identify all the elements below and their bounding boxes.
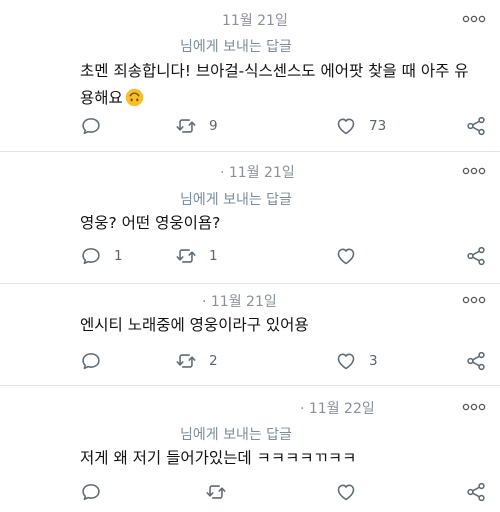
reply-icon [80, 115, 102, 137]
replying-to-label[interactable]: 님에게 보내는 답글 [180, 189, 292, 209]
replying-to-label[interactable]: 님에게 보내는 답글 [180, 424, 292, 444]
tweet-actions: 1 1 [80, 244, 490, 268]
retweet-button[interactable]: 2 [175, 349, 218, 373]
retweet-icon [205, 481, 227, 503]
tweet-actions [80, 480, 490, 504]
reply-tweet[interactable]: 11월 21일 님에게 보내는 답글 초멘 죄송합니다! 브아걸-식스센스도 에… [0, 0, 500, 152]
reply-button[interactable] [80, 349, 114, 373]
upside-down-face-emoji-icon [125, 88, 144, 107]
share-icon [465, 481, 487, 503]
more-options-icon[interactable] [462, 402, 486, 412]
reply-tweet[interactable]: · 11월 21일 님에게 보내는 답글 영웅? 어떤 영웅이욤? 1 1 [0, 152, 500, 284]
reply-button[interactable] [80, 480, 114, 504]
tweet-text: 엔시티 노래중에 영웅이라구 있어용 [80, 316, 309, 334]
heart-icon [335, 481, 357, 503]
reply-count: 1 [114, 248, 123, 264]
retweet-button[interactable] [205, 480, 239, 504]
retweet-count: 1 [209, 248, 218, 264]
share-button[interactable] [465, 114, 487, 138]
retweet-button[interactable]: 1 [175, 244, 218, 268]
like-button[interactable] [335, 480, 369, 504]
tweet-date[interactable]: 11월 21일 [222, 10, 288, 30]
tweet-actions: 2 3 [80, 349, 490, 373]
reply-icon [80, 350, 102, 372]
heart-icon [335, 115, 357, 137]
share-icon [465, 245, 487, 267]
reply-tweet[interactable]: · 11월 22일 님에게 보내는 답글 저게 왜 저기 들어가있는데 ㅋㅋㅋㅋ… [0, 386, 500, 512]
retweet-icon [175, 245, 197, 267]
like-button[interactable] [335, 244, 369, 268]
like-button[interactable]: 73 [335, 114, 386, 138]
reply-icon [80, 481, 102, 503]
tweet-date[interactable]: · 11월 21일 [220, 162, 295, 182]
reply-feed: 11월 21일 님에게 보내는 답글 초멘 죄송합니다! 브아걸-식스센스도 에… [0, 0, 500, 512]
tweet-date[interactable]: · 11월 22일 [300, 398, 375, 418]
more-options-icon[interactable] [462, 295, 486, 305]
tweet-text: 초멘 죄송합니다! 브아걸-식스센스도 에어팟 찾을 때 아주 유용해요 [80, 58, 480, 112]
tweet-text: 저게 왜 저기 들어가있는데 ㅋㅋㅋㅋㄲㅋㅋ [80, 449, 357, 467]
tweet-actions: 9 73 [80, 114, 490, 138]
reply-icon [80, 245, 102, 267]
share-button[interactable] [465, 480, 487, 504]
retweet-button[interactable]: 9 [175, 114, 218, 138]
retweet-count: 9 [209, 118, 218, 134]
like-count: 73 [369, 118, 387, 134]
tweet-date[interactable]: · 11월 21일 [202, 291, 277, 311]
share-button[interactable] [465, 244, 487, 268]
like-button[interactable]: 3 [335, 349, 378, 373]
reply-button[interactable] [80, 114, 114, 138]
share-button[interactable] [465, 349, 487, 373]
like-count: 3 [369, 353, 378, 369]
share-icon [465, 350, 487, 372]
replying-to-label[interactable]: 님에게 보내는 답글 [180, 36, 292, 56]
tweet-text: 영웅? 어떤 영웅이욤? [80, 214, 221, 232]
heart-icon [335, 245, 357, 267]
reply-button[interactable]: 1 [80, 244, 123, 268]
retweet-count: 2 [209, 353, 218, 369]
heart-icon [335, 350, 357, 372]
share-icon [465, 115, 487, 137]
retweet-icon [175, 115, 197, 137]
more-options-icon[interactable] [462, 14, 486, 24]
reply-tweet[interactable]: · 11월 21일 엔시티 노래중에 영웅이라구 있어용 2 3 [0, 284, 500, 386]
retweet-icon [175, 350, 197, 372]
more-options-icon[interactable] [462, 166, 486, 176]
